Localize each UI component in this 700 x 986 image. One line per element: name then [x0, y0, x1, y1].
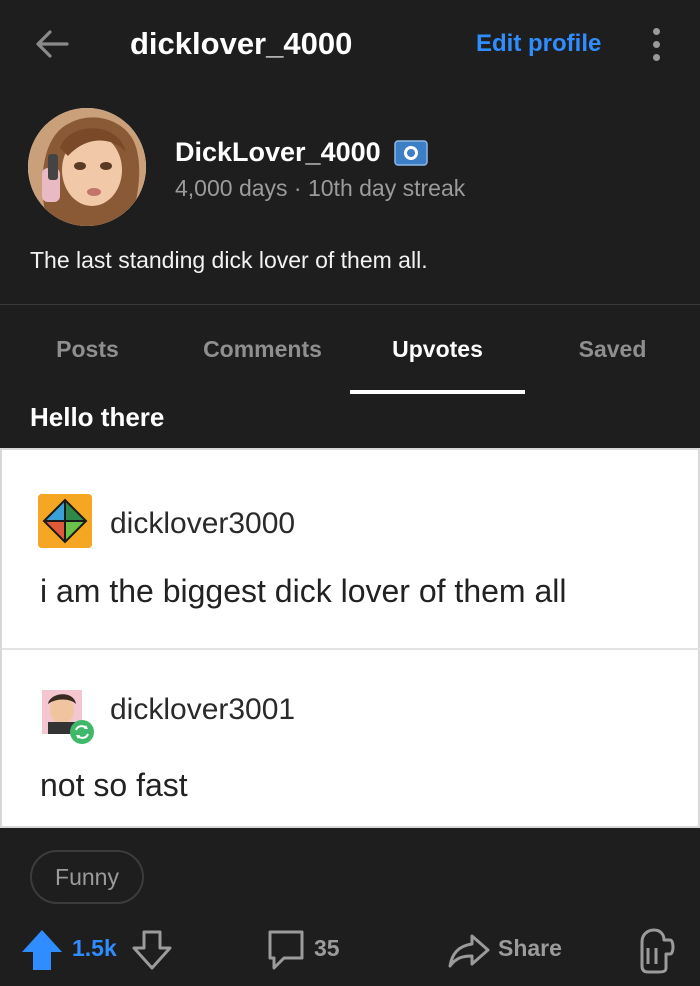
profile-meta: 4,000 days · 10th day streak [175, 175, 466, 201]
post-title[interactable]: Hello there [30, 399, 164, 435]
tab-upvotes[interactable]: Upvotes [350, 305, 525, 393]
active-tab-indicator [350, 390, 525, 394]
tweet-username: dicklover3000 [110, 507, 296, 540]
kebab-dot [652, 40, 660, 48]
person-avatar-icon [42, 690, 94, 744]
vote-count: 1.5k [72, 935, 117, 961]
profile-bio: The last standing dick lover of them all… [30, 247, 428, 273]
profile-tabs: Posts Comments Upvotes Saved [0, 305, 700, 394]
upvote-arrow-icon[interactable] [20, 928, 64, 972]
tab-posts[interactable]: Posts [0, 305, 175, 393]
more-options-button[interactable] [640, 22, 672, 66]
tweet-avatar [38, 494, 92, 548]
downvote-arrow-icon[interactable] [130, 928, 174, 972]
tweet-avatar [40, 688, 96, 746]
tweet-card: dicklover3000 i am the biggest dick love… [2, 450, 700, 648]
tweet-card: dicklover3001 not so fast [2, 648, 700, 828]
tweet-username: dicklover3001 [110, 693, 296, 726]
arrow-left-icon [36, 30, 69, 58]
top-bar: dicklover_4000 Edit profile [0, 0, 700, 88]
tab-saved[interactable]: Saved [525, 305, 700, 393]
kebab-dot [652, 53, 660, 61]
back-button[interactable] [30, 24, 74, 64]
kebab-menu-icon [652, 27, 660, 35]
tab-comments[interactable]: Comments [175, 305, 350, 393]
diamond-logo-icon [38, 494, 92, 548]
profile-avatar[interactable] [28, 108, 146, 226]
tweet-text: not so fast [40, 767, 188, 803]
flag-badge-icon [394, 140, 428, 166]
avatar-image [28, 108, 146, 226]
post-action-bar: 1.5k 35 Share [0, 916, 700, 982]
comment-count: 35 [314, 935, 340, 961]
edit-profile-button[interactable]: Edit profile [476, 28, 601, 60]
comment-bubble-icon[interactable] [266, 928, 306, 972]
post-image[interactable]: dicklover3000 i am the biggest dick love… [0, 448, 700, 828]
post-flair[interactable]: Funny [30, 850, 144, 904]
tweet-text: i am the biggest dick lover of them all [40, 573, 567, 609]
page-title: dicklover_4000 [130, 26, 353, 61]
share-arrow-icon[interactable] [448, 932, 490, 968]
display-name: DickLover_4000 [175, 137, 381, 167]
share-button[interactable]: Share [498, 932, 562, 964]
award-icon[interactable] [634, 928, 676, 974]
